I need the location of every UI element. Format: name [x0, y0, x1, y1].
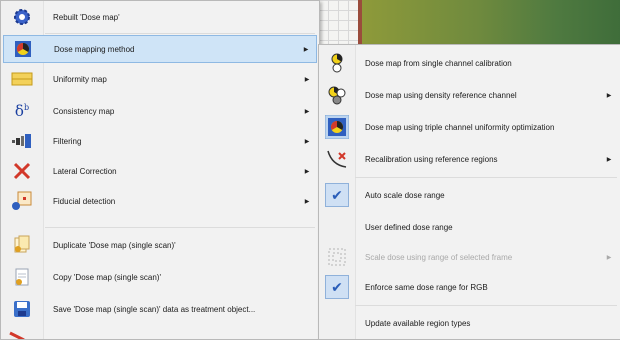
menu-separator — [45, 227, 315, 228]
menu-item-label: Save 'Dose map (single scan)' data as tr… — [53, 304, 256, 314]
menu-item-copy-dose-map[interactable]: Copy 'Dose map (single scan)' — [3, 263, 317, 291]
menu-item-label: Uniformity map — [53, 74, 107, 84]
duplicate-icon — [3, 235, 41, 255]
submenu-item-label: Auto scale dose range — [365, 190, 445, 200]
submenu-arrow-icon: ▶ — [304, 76, 310, 83]
background-film-strip — [318, 0, 620, 44]
context-menu: Rebuilt 'Dose map' Dose mapping method ▶… — [0, 0, 320, 340]
submenu-arrow-icon: ▶ — [304, 168, 310, 175]
menu-item-label: Fiducial detection — [53, 196, 116, 206]
menu-separator — [45, 33, 315, 34]
menu-item-label: Dose mapping method — [54, 44, 135, 54]
submenu-item-user-defined-dose-range[interactable]: User defined dose range — [321, 213, 619, 241]
menu-item-label: Rebuilt 'Dose map' — [53, 12, 120, 22]
menu-item-rebuilt-dose-map[interactable]: Rebuilt 'Dose map' — [3, 3, 317, 31]
triple-channel-icon — [321, 115, 353, 139]
submenu-item-label: Enforce same dose range for RGB — [365, 282, 488, 292]
menu-item-label: Duplicate 'Dose map (single scan)' — [53, 240, 176, 250]
menu-item-fiducial-detection[interactable]: Fiducial detection ▶ — [3, 187, 317, 215]
scale-frame-icon — [321, 248, 353, 266]
single-channel-icon — [321, 53, 353, 73]
gear-icon — [3, 7, 41, 27]
menu-item-filtering[interactable]: Filtering ▶ — [3, 127, 317, 155]
submenu-arrow-icon: ▶ — [606, 254, 612, 261]
check-icon: ✔ — [321, 183, 353, 207]
dose-mapping-method-submenu: Dose map from single channel calibration… — [318, 44, 620, 340]
submenu-item-label: Update available region types — [365, 318, 471, 328]
delta-icon: δb — [14, 102, 30, 120]
menu-item-label: Lateral Correction — [53, 166, 117, 176]
dose-map-icon — [4, 39, 42, 59]
submenu-item-label: User defined dose range — [365, 222, 453, 232]
submenu-item-single-channel[interactable]: Dose map from single channel calibration — [321, 49, 619, 77]
submenu-item-label: Scale dose using range of selected frame — [365, 252, 513, 262]
submenu-arrow-icon: ▶ — [304, 198, 310, 205]
copy-icon — [3, 267, 41, 287]
menu-separator — [355, 305, 617, 306]
fiducial-icon — [3, 191, 41, 211]
submenu-arrow-icon: ▶ — [304, 108, 310, 115]
save-icon — [3, 299, 41, 319]
submenu-item-recalibration[interactable]: Recalibration using reference regions ▶ — [321, 145, 619, 173]
background-film-image — [362, 0, 620, 44]
menu-separator — [355, 177, 617, 178]
recalibration-icon — [321, 149, 353, 169]
menu-item-duplicate-dose-map[interactable]: Duplicate 'Dose map (single scan)' — [3, 231, 317, 259]
filter-icon — [3, 133, 41, 149]
submenu-item-label: Dose map from single channel calibration — [365, 58, 512, 68]
menu-item-consistency-map[interactable]: δb Consistency map ▶ — [3, 97, 317, 125]
submenu-arrow-icon: ▶ — [304, 138, 310, 145]
menu-item-lateral-correction[interactable]: Lateral Correction ▶ — [3, 157, 317, 185]
partial-next-item-icon — [7, 331, 29, 339]
density-reference-icon — [321, 85, 353, 105]
submenu-arrow-icon: ▶ — [606, 156, 612, 163]
submenu-item-auto-scale-dose-range[interactable]: ✔ Auto scale dose range — [321, 181, 619, 209]
menu-item-label: Copy 'Dose map (single scan)' — [53, 272, 161, 282]
submenu-item-scale-dose-selected-frame[interactable]: Scale dose using range of selected frame… — [321, 243, 619, 271]
submenu-arrow-icon: ▶ — [606, 92, 612, 99]
submenu-item-triple-channel[interactable]: Dose map using triple channel uniformity… — [321, 113, 619, 141]
menu-item-save-dose-map[interactable]: Save 'Dose map (single scan)' data as tr… — [3, 295, 317, 323]
menu-item-uniformity-map[interactable]: Uniformity map ▶ — [3, 65, 317, 93]
uniformity-map-icon — [3, 72, 41, 86]
submenu-item-label: Dose map using density reference channel — [365, 90, 517, 100]
check-icon: ✔ — [321, 275, 353, 299]
menu-item-label: Consistency map — [53, 106, 115, 116]
background-grid — [318, 0, 358, 44]
lateral-correction-icon — [3, 161, 41, 181]
menu-item-label: Filtering — [53, 136, 82, 146]
menu-item-dose-mapping-method[interactable]: Dose mapping method ▶ — [3, 35, 317, 63]
submenu-arrow-icon: ▶ — [303, 46, 309, 53]
submenu-item-density-reference[interactable]: Dose map using density reference channel… — [321, 81, 619, 109]
submenu-item-label: Recalibration using reference regions — [365, 154, 498, 164]
submenu-item-enforce-same-dose-range[interactable]: ✔ Enforce same dose range for RGB — [321, 273, 619, 301]
submenu-item-update-region-types[interactable]: Update available region types — [321, 309, 619, 337]
submenu-item-label: Dose map using triple channel uniformity… — [365, 122, 555, 132]
